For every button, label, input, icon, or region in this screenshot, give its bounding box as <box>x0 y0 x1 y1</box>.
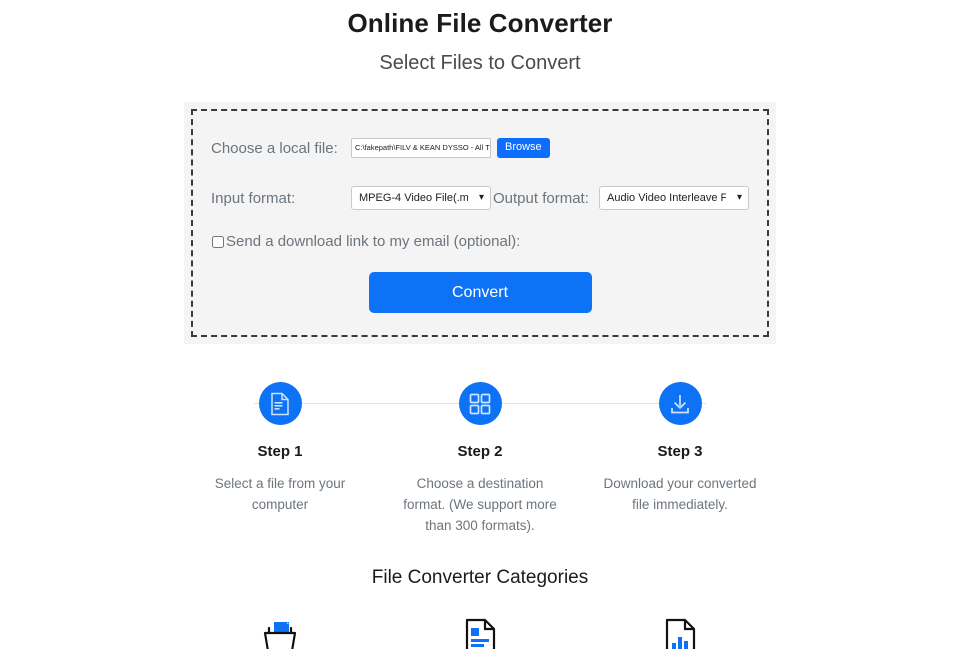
categories-section: Archive Converter Document Converter <box>180 615 780 649</box>
step-3-description: Download your converted file immediately… <box>603 476 757 512</box>
archive-folder-icon <box>180 615 380 649</box>
page-subtitle: Select Files to Convert <box>379 52 581 74</box>
output-format-select[interactable]: Audio Video Interleave File <box>599 186 749 210</box>
file-row: Choose a local file: C:\fakepath\FILV & … <box>211 131 749 165</box>
format-row: Input format: MPEG-4 Video File(.mp4) ▾ … <box>211 181 749 215</box>
input-format-label: Input format: <box>211 189 296 207</box>
step-1-description: Select a file from your computer <box>214 476 346 512</box>
input-format-select-wrapper: MPEG-4 Video File(.mp4) ▾ <box>351 186 491 210</box>
browse-button[interactable]: Browse <box>497 137 550 159</box>
email-link-checkbox[interactable] <box>212 235 224 248</box>
step-1-title: Step 1 <box>257 443 303 460</box>
steps-section: Step 1 Select a file from your computer … <box>180 374 780 537</box>
category-presentation-converter[interactable]: Presentation Converter <box>580 615 780 649</box>
output-format-select-wrapper: Audio Video Interleave File ▾ <box>599 186 749 210</box>
step-2-title: Step 2 <box>457 443 503 460</box>
output-format-label: Output format: <box>493 189 589 207</box>
convert-button-wrapper: Convert <box>211 272 749 313</box>
input-format-select[interactable]: MPEG-4 Video File(.mp4) <box>351 186 491 210</box>
page-root: Online File Converter Select Files to Co… <box>0 0 960 649</box>
categories-title: File Converter Categories <box>371 566 589 588</box>
file-path-input[interactable]: C:\fakepath\FILV & KEAN DYSSO - All Th <box>351 138 491 158</box>
category-archive-converter[interactable]: Archive Converter <box>180 615 380 649</box>
convert-button[interactable]: Convert <box>368 272 592 313</box>
document-page-icon <box>380 615 580 649</box>
converter-panel: Choose a local file: C:\fakepath\FILV & … <box>191 109 769 337</box>
category-document-converter[interactable]: Document Converter <box>380 615 580 649</box>
file-document-icon <box>258 382 302 425</box>
step-3: Step 3 Download your converted file imme… <box>580 374 780 537</box>
email-link-label: Send a download link to my email (option… <box>226 233 521 250</box>
choose-file-label: Choose a local file: <box>211 139 338 157</box>
page-title: Online File Converter <box>347 8 613 38</box>
download-icon <box>658 382 702 425</box>
step-2: Step 2 Choose a destination format. (We … <box>380 374 580 537</box>
step-3-title: Step 3 <box>657 443 703 460</box>
presentation-chart-icon <box>580 615 780 649</box>
step-1: Step 1 Select a file from your computer <box>180 374 380 537</box>
converter-panel-wrapper: Choose a local file: C:\fakepath\FILV & … <box>184 102 776 344</box>
step-2-description: Choose a destination format. (We support… <box>403 476 557 533</box>
grid-squares-icon <box>458 382 502 425</box>
email-option-row: Send a download link to my email (option… <box>211 233 749 250</box>
